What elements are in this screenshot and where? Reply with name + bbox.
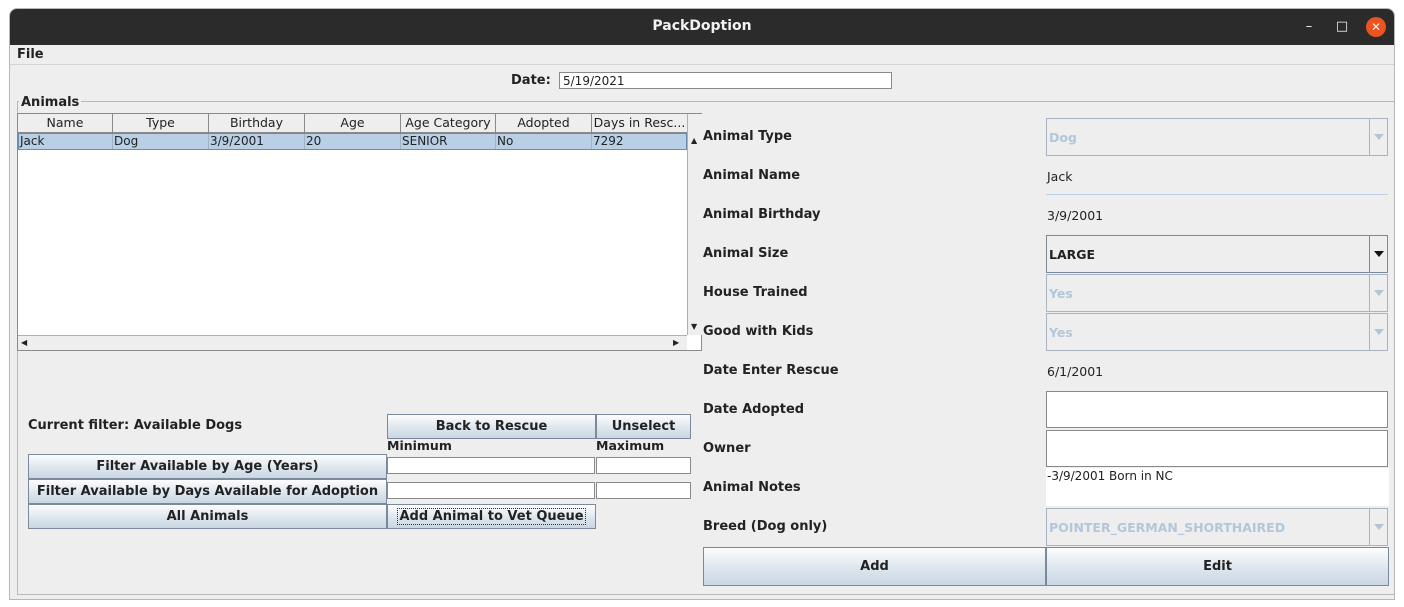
cell-birthday: 3/9/2001 [209,134,305,149]
column-header-name[interactable]: Name [18,114,113,132]
owner-label: Owner [703,441,751,456]
animal-notes-label: Animal Notes [703,480,801,495]
menu-bar: File [10,45,1394,65]
owner-input[interactable] [1046,430,1388,467]
table-header: Name Type Birthday Age Age Category Adop… [18,114,687,133]
column-header-type[interactable]: Type [113,114,209,132]
scroll-right-icon[interactable]: ▶ [673,338,679,347]
close-icon[interactable]: ✕ [1366,17,1386,37]
animal-name-label: Animal Name [703,168,801,183]
animals-group-title: Animals [19,95,82,110]
cell-type: Dog [113,134,209,149]
date-field[interactable]: 5/19/2021 [559,72,892,89]
date-enter-rescue-label: Date Enter Rescue [703,363,839,378]
app-window: PackDoption – □ ✕ File Date: 5/19/2021 A… [9,8,1395,600]
column-header-age[interactable]: Age [305,114,401,132]
cell-age: 20 [305,134,401,149]
filter-by-age-button[interactable]: Filter Available by Age (Years) [28,454,387,479]
back-to-rescue-button[interactable]: Back to Rescue [387,414,596,439]
animal-birthday-label: Animal Birthday [703,207,821,222]
days-min-input[interactable] [387,482,595,499]
maximum-label: Maximum [596,438,665,453]
animal-notes-textarea[interactable]: -3/9/2001 Born in NC [1046,468,1389,506]
good-with-kids-value: Yes [1049,325,1073,340]
date-enter-rescue-field[interactable]: 6/1/2001 [1047,364,1103,379]
column-header-days-in-rescue[interactable]: Days in Resc... [592,114,687,132]
breed-value: POINTER_GERMAN_SHORTHAIRED [1049,520,1286,535]
unselect-button[interactable]: Unselect [596,414,691,439]
animals-table[interactable]: Name Type Birthday Age Age Category Adop… [17,113,702,351]
cell-name: Jack [19,134,113,149]
all-animals-button[interactable]: All Animals [28,504,387,529]
chevron-down-icon[interactable] [1369,119,1387,155]
edit-button[interactable]: Edit [1046,547,1389,586]
animal-size-select[interactable]: LARGE [1046,235,1388,273]
age-max-input[interactable] [596,457,691,474]
add-to-vet-queue-button[interactable]: Add Animal to Vet Queue [387,504,596,529]
animal-birthday-field[interactable]: 3/9/2001 [1047,208,1103,223]
animal-type-label: Animal Type [703,129,792,144]
chevron-down-icon[interactable] [1369,314,1387,350]
good-with-kids-select[interactable]: Yes [1046,313,1388,351]
scroll-up-icon[interactable]: ▲ [691,136,697,145]
scroll-left-icon[interactable]: ◀ [21,338,27,347]
chevron-down-icon[interactable] [1369,509,1387,545]
chevron-down-icon[interactable] [1369,275,1387,311]
column-header-birthday[interactable]: Birthday [209,114,305,132]
maximize-icon[interactable]: □ [1332,17,1352,37]
column-header-adopted[interactable]: Adopted [496,114,592,132]
minimize-icon[interactable]: – [1299,17,1319,37]
window-title: PackDoption [652,18,752,34]
animal-size-value: LARGE [1049,247,1096,262]
days-max-input[interactable] [596,482,691,499]
menu-file[interactable]: File [17,47,44,62]
good-with-kids-label: Good with Kids [703,324,814,339]
cell-adopted: No [496,134,592,149]
table-row[interactable]: Jack Dog 3/9/2001 20 SENIOR No 7292 [18,133,687,150]
title-bar[interactable]: PackDoption – □ ✕ [10,9,1394,45]
cell-age-category: SENIOR [401,134,496,149]
animal-name-field[interactable]: Jack [1047,169,1072,184]
add-to-vet-queue-label: Add Animal to Vet Queue [397,508,586,525]
date-adopted-input[interactable] [1046,391,1388,428]
add-button[interactable]: Add [703,547,1046,586]
cell-days-in-rescue: 7292 [593,134,624,148]
minimum-label: Minimum [387,438,452,453]
house-trained-select[interactable]: Yes [1046,274,1388,312]
current-filter-label: Current filter: Available Dogs [28,418,243,433]
animal-type-select[interactable]: Dog [1046,118,1388,156]
column-header-age-category[interactable]: Age Category [401,114,496,132]
animal-type-value: Dog [1049,130,1077,145]
breed-select[interactable]: POINTER_GERMAN_SHORTHAIRED [1046,508,1388,546]
name-field-underline [1046,194,1388,195]
age-min-input[interactable] [387,457,595,474]
horizontal-scrollbar[interactable]: ◀ ▶ [18,335,687,350]
filter-by-days-button[interactable]: Filter Available by Days Available for A… [28,479,387,504]
chevron-down-icon[interactable] [1369,236,1387,272]
scroll-down-icon[interactable]: ▼ [691,322,697,331]
date-label: Date: [511,73,551,88]
date-adopted-label: Date Adopted [703,402,805,417]
breed-label: Breed (Dog only) [703,519,828,534]
house-trained-value: Yes [1049,286,1073,301]
house-trained-label: House Trained [703,285,808,300]
animal-size-label: Animal Size [703,246,789,261]
vertical-scrollbar[interactable]: ▲ ▼ [687,114,702,335]
